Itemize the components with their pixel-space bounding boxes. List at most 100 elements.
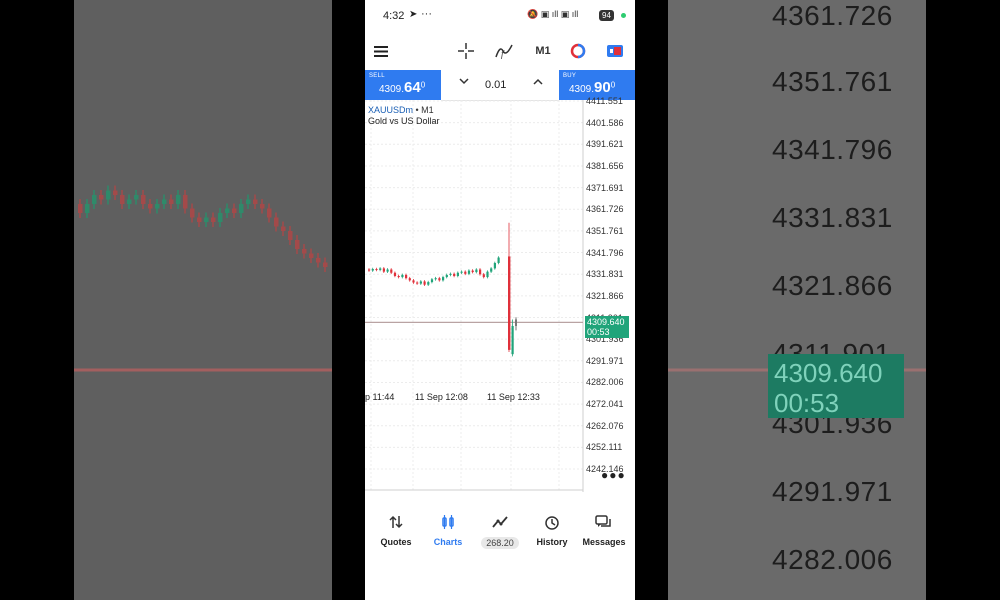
- trade-icon[interactable]: [605, 42, 625, 60]
- candle-body: [423, 281, 426, 285]
- bg-candle-body: [225, 208, 230, 213]
- bg-candle-body: [218, 213, 223, 222]
- background-left-candles: [74, 185, 332, 372]
- candle-body: [460, 271, 463, 273]
- bg-price-label: 4282.006: [772, 544, 893, 575]
- shapes-icon[interactable]: [568, 42, 588, 60]
- nav-messages-label: Messages: [582, 537, 626, 547]
- svg-text:f: f: [501, 49, 505, 59]
- bg-price-label: 4321.866: [772, 270, 893, 301]
- indicator-f-icon[interactable]: f: [494, 42, 514, 60]
- hamburger-menu-icon[interactable]: [371, 42, 391, 60]
- candle-body: [511, 325, 514, 355]
- bg-candle-body: [204, 217, 209, 222]
- bg-candle-body: [127, 199, 132, 204]
- bg-price-label: 4351.761: [772, 66, 893, 97]
- symbol-description: Gold vs US Dollar: [368, 116, 440, 126]
- candle-body: [497, 257, 500, 263]
- bg-tag-timer: 00:53: [774, 388, 840, 418]
- candle-body: [375, 269, 378, 271]
- bottom-navigation: Quotes Charts 268.20 History Messages: [365, 510, 635, 560]
- bg-candle-body: [155, 204, 160, 209]
- bg-candle-body: [295, 240, 300, 249]
- privacy-dot-icon: [621, 13, 626, 18]
- signal-icons: 🔕 ▣ ıll ▣ ıll: [527, 9, 579, 19]
- bg-candle-body: [239, 204, 244, 213]
- nav-charts[interactable]: Charts: [421, 510, 475, 560]
- bg-price-label: 4331.831: [772, 202, 893, 233]
- bg-candle-body: [232, 208, 237, 213]
- bg-candle-body: [148, 204, 153, 209]
- lot-size-value[interactable]: 0.01: [485, 79, 506, 91]
- nav-trade-balance: 268.20: [481, 537, 519, 549]
- sell-button[interactable]: SELL 4309.640: [365, 70, 441, 100]
- nav-trade[interactable]: 268.20: [473, 510, 527, 560]
- candle-body: [508, 256, 511, 350]
- candle-body: [493, 262, 496, 269]
- bg-candle-body: [120, 195, 125, 204]
- candle-body: [412, 280, 415, 283]
- nav-history[interactable]: History: [525, 510, 579, 560]
- battery-badge: 94: [599, 10, 614, 21]
- bg-candle-body: [316, 258, 321, 263]
- x-axis-tick: 11 Sep 12:08: [415, 392, 468, 402]
- candle-body: [479, 269, 482, 275]
- status-time: 4:32: [383, 10, 405, 22]
- candle-body: [442, 277, 445, 281]
- candle-body: [456, 272, 459, 277]
- bg-candle-body: [176, 195, 181, 204]
- background-left-blur: [74, 0, 332, 600]
- y-axis-tick: 4282.006: [586, 377, 624, 388]
- nav-quotes-label: Quotes: [380, 537, 412, 547]
- background-right-blur: 4361.726 4351.761 4341.796 4331.831 4321…: [668, 0, 926, 600]
- candle-body: [449, 273, 452, 275]
- candle-body: [464, 271, 467, 274]
- x-axis-tick: 11 Sep 12:33: [487, 392, 540, 402]
- nav-messages[interactable]: Messages: [577, 510, 631, 560]
- candle-body: [416, 282, 419, 284]
- candle-body: [490, 268, 493, 272]
- candle-body: [471, 270, 474, 273]
- bg-candle-body: [211, 217, 216, 222]
- up-down-arrows-icon: [369, 515, 423, 537]
- chart-toolbar: f M1: [365, 36, 635, 66]
- y-axis-tick: 4341.796: [586, 247, 624, 258]
- candle-body: [419, 281, 422, 284]
- telegram-icon: ➤: [409, 9, 418, 20]
- bg-price-label: 4341.796: [772, 134, 893, 165]
- history-clock-icon: [525, 515, 579, 537]
- current-price-tag: 4309.640 00:53: [585, 316, 629, 338]
- y-axis-tick: 4291.971: [586, 355, 624, 366]
- candle-body: [438, 278, 441, 281]
- candle-body: [430, 279, 434, 283]
- symbol-name: XAUUSDm: [368, 105, 414, 115]
- nav-quotes[interactable]: Quotes: [369, 510, 423, 560]
- timeframe-button[interactable]: M1: [531, 42, 555, 60]
- increase-lot-chevron-icon[interactable]: [533, 77, 543, 88]
- y-axis-tick: 4411.551: [586, 96, 623, 106]
- y-axis-tick: 4401.586: [586, 117, 624, 128]
- price-chart[interactable]: XAUUSDm • M1 Gold vs US Dollar 4411.551 4…: [365, 96, 635, 495]
- bg-candle-body: [134, 195, 139, 200]
- crosshair-icon[interactable]: [456, 42, 476, 60]
- bg-candle-body: [162, 199, 167, 204]
- bg-candle-body: [309, 253, 314, 258]
- bg-candle-body: [260, 204, 265, 209]
- candle-body: [386, 269, 389, 272]
- decrease-lot-chevron-icon[interactable]: [459, 77, 469, 88]
- more-options-icon[interactable]: ●●●: [601, 468, 626, 482]
- y-axis-tick: 4391.621: [586, 139, 624, 150]
- candle-body: [401, 274, 404, 278]
- candle-body: [371, 269, 374, 271]
- candle-body: [467, 270, 471, 274]
- bg-candle-body: [141, 195, 146, 204]
- candle-body: [453, 273, 456, 277]
- y-axis-tick: 4272.041: [586, 399, 624, 410]
- candle-countdown: 00:53: [587, 327, 610, 337]
- bg-candle-body: [85, 204, 90, 213]
- more-notifications-icon: ···: [421, 8, 432, 20]
- messages-icon: [577, 515, 631, 537]
- bg-candle-body: [113, 190, 118, 195]
- bg-candle-body: [190, 208, 195, 218]
- candle-body: [397, 276, 400, 278]
